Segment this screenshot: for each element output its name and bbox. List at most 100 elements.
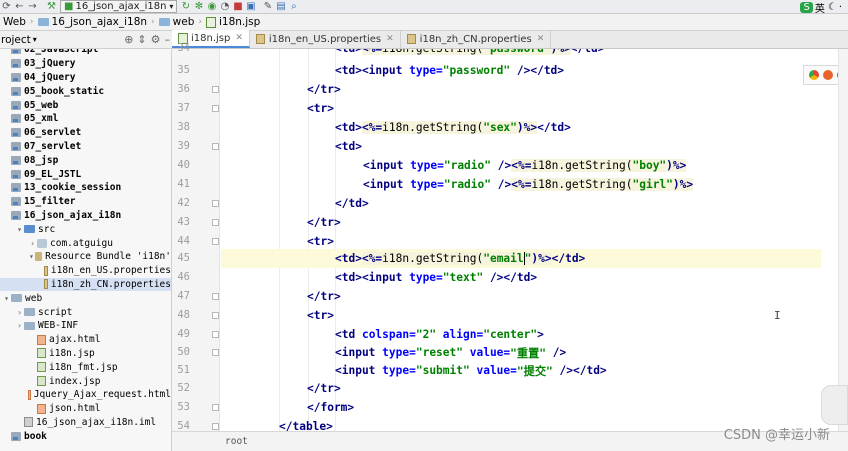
gear-icon[interactable]: ⚙ (151, 33, 161, 46)
coverage-icon[interactable]: ◉ (205, 1, 218, 12)
tree-item[interactable]: ▾ Resource Bundle 'i18n' (0, 250, 171, 264)
line-number: 44 (177, 235, 190, 247)
crumb-module[interactable]: 16_json_ajax_i18n (35, 16, 151, 28)
tree-item-label: i18n.jsp (49, 347, 95, 359)
tree-item[interactable]: › WEB-INF (0, 319, 171, 333)
tree-item[interactable]: i18n_zh_CN.properties (0, 277, 171, 292)
search-everywhere-icon[interactable]: ⌕ (287, 1, 300, 12)
expand-arrow-icon[interactable]: ▾ (15, 225, 24, 234)
vertical-scrollbar[interactable] (838, 49, 848, 431)
forward-icon[interactable]: → (26, 1, 39, 12)
fold-marker-icon[interactable] (212, 219, 219, 226)
side-floating-handle[interactable] (821, 385, 848, 425)
dot-icon: · (838, 1, 842, 13)
project-panel-title[interactable]: roject (0, 34, 31, 46)
module-icon (11, 169, 21, 179)
tree-item[interactable]: ajax.html (0, 333, 171, 347)
tree-item[interactable]: › script (0, 305, 171, 319)
line-number: 48 (177, 309, 190, 321)
settings-wrench-icon[interactable]: ✎ (261, 1, 274, 12)
tree-item-label: book (24, 430, 47, 442)
tree-item[interactable]: 04_jQuery (0, 71, 171, 85)
tree-item[interactable]: 16_json_ajax_i18n.iml (0, 416, 171, 430)
fold-marker-icon[interactable] (212, 105, 219, 112)
fold-marker-icon[interactable] (212, 349, 219, 356)
debug-icon[interactable]: ✻ (192, 1, 205, 12)
properties-file-icon (43, 265, 48, 276)
line-number: 40 (177, 159, 190, 171)
tree-item[interactable]: book (0, 429, 171, 443)
back-icon[interactable]: ← (13, 1, 26, 12)
build-hammer-icon[interactable]: ⚒ (45, 1, 58, 12)
tree-item-label: web (25, 292, 43, 304)
tree-item[interactable]: 05_xml (0, 112, 171, 126)
tree-item[interactable]: ▾ web (0, 291, 171, 305)
project-structure-icon[interactable]: ▤ (274, 1, 287, 12)
tree-item[interactable]: i18n_en_US.properties (0, 264, 171, 278)
tab-i18n-zh-cn[interactable]: i18n_zh_CN.properties ✕ (401, 30, 552, 48)
tree-item[interactable]: 15_filter (0, 195, 171, 209)
tree-item[interactable]: 06_servlet (0, 126, 171, 140)
collapse-arrow-icon[interactable]: › (28, 239, 37, 248)
tree-item[interactable]: index.jsp (0, 374, 171, 388)
properties-file-icon (43, 279, 48, 290)
fold-marker-icon[interactable] (212, 86, 219, 93)
tree-item[interactable]: i18n_fmt.jsp (0, 360, 171, 374)
tree-item[interactable]: 08_jsp (0, 153, 171, 167)
close-icon[interactable]: ✕ (235, 33, 243, 43)
fold-marker-icon[interactable] (212, 423, 219, 430)
module-icon (11, 59, 21, 69)
collapse-arrow-icon[interactable]: › (15, 308, 24, 317)
fold-marker-icon[interactable] (212, 404, 219, 411)
main-toolbar: ⟳ ← → ⚒ ■ 16_json_ajax_i18n ▾ ↻ ✻ ◉ ◔ ■ … (0, 0, 848, 15)
tree-item[interactable]: 16_json_ajax_i18n (0, 209, 171, 223)
expand-arrow-icon[interactable]: ▾ (2, 294, 11, 303)
hide-icon[interactable]: – (165, 33, 171, 46)
collapse-arrow-icon[interactable]: › (15, 321, 24, 330)
tab-i18n-en-us[interactable]: i18n_en_US.properties ✕ (250, 30, 401, 48)
run-config-select[interactable]: ■ 16_json_ajax_i18n ▾ (60, 0, 178, 13)
close-icon[interactable]: ✕ (386, 34, 394, 44)
tree-item[interactable]: › com.atguigu (0, 236, 171, 250)
fold-marker-icon[interactable] (212, 331, 219, 338)
tree-item[interactable]: Jquery_Ajax_request.html (0, 388, 171, 402)
line-number-gutter[interactable]: 34 35 36 37 38 39 40 41 42 43 44 45 46 47 48 49 50 51 52 53… (172, 42, 220, 432)
firefox-icon[interactable] (823, 70, 833, 80)
tree-item[interactable]: 03_jQuery (0, 57, 171, 71)
tree-item[interactable]: i18n.jsp (0, 347, 171, 361)
code-line-34: <td><%=i18n.getString("password")%></td> (335, 49, 604, 58)
update-icon[interactable]: ↻ (179, 1, 192, 12)
fold-marker-icon[interactable] (212, 238, 219, 245)
stop-icon[interactable]: ■ (231, 1, 244, 12)
sync-icon[interactable]: ⟳ (0, 1, 13, 12)
tree-item[interactable]: 09_EL_JSTL (0, 167, 171, 181)
profile-icon[interactable]: ◔ (218, 1, 231, 12)
editor-tabs: i18n.jsp ✕ i18n_en_US.properties ✕ i18n_… (172, 30, 848, 49)
line-number: 38 (177, 121, 190, 133)
tree-item[interactable]: 05_web (0, 98, 171, 112)
tree-item-label: 15_filter (24, 196, 76, 208)
collapse-all-icon[interactable]: ⇕ (137, 33, 146, 46)
tree-item[interactable]: json.html (0, 402, 171, 416)
locate-icon[interactable]: ⊕ (124, 33, 133, 46)
chevron-down-icon[interactable]: ▾ (33, 35, 37, 44)
crumb-web[interactable]: Web (0, 16, 29, 28)
crumb-file[interactable]: i18n.jsp (203, 16, 263, 28)
structure-icon[interactable]: ▣ (244, 1, 257, 12)
tree-item[interactable]: 05_book_static (0, 84, 171, 98)
fold-marker-icon[interactable] (212, 200, 219, 207)
crumb-web-folder[interactable]: web (156, 16, 198, 28)
chrome-icon[interactable] (809, 70, 819, 80)
fold-marker-icon[interactable] (212, 312, 219, 319)
tree-item[interactable]: 07_servlet (0, 140, 171, 154)
close-icon[interactable]: ✕ (537, 34, 545, 44)
tree-item[interactable]: ▾ src (0, 222, 171, 236)
tree-item[interactable]: 13_cookie_session (0, 181, 171, 195)
tree-item[interactable]: 02_JavaScript (0, 49, 171, 57)
expand-arrow-icon[interactable]: ▾ (28, 252, 35, 261)
code-editor[interactable]: <td><%=i18n.getString("password")%></td>… (221, 49, 821, 431)
fold-marker-icon[interactable] (212, 143, 219, 150)
fold-marker-icon[interactable] (212, 293, 219, 300)
code-line-38: <td> <%= i18n.getString("sex")%> </td> (335, 121, 571, 134)
breadcrumb-root[interactable]: root (225, 436, 248, 447)
